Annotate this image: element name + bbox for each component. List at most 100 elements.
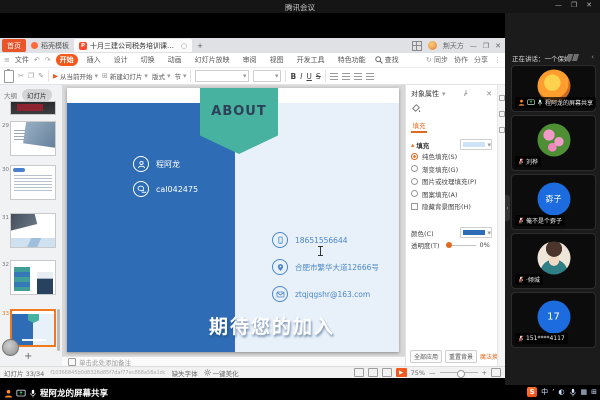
font-size-select[interactable]: ▾ <box>253 70 281 82</box>
fill-tab[interactable]: 填充 <box>411 120 427 133</box>
participant-tile[interactable]: ·倾城 <box>511 233 596 289</box>
tab-features[interactable]: 特色功能 <box>334 54 370 66</box>
strikethrough-button[interactable]: S <box>316 72 321 81</box>
format-painter-icon[interactable]: ✎ <box>38 72 44 80</box>
fill-option-picture[interactable]: 图片或纹理填充(P) <box>411 175 492 188</box>
tab-animation[interactable]: 动画 <box>164 54 186 66</box>
indent-icon[interactable] <box>366 73 374 80</box>
slide-thumb-29[interactable] <box>10 121 56 156</box>
cooperate-button[interactable]: 协作 <box>454 55 468 65</box>
slide-canvas[interactable]: ABOUT 程阿龙 cal042475 <box>62 85 405 356</box>
input-lang-toggle[interactable]: 中 <box>541 387 548 397</box>
tab-transition[interactable]: 切换 <box>137 54 159 66</box>
layout-button[interactable]: 版式 ▾ <box>152 71 171 81</box>
bold-button[interactable]: B <box>290 72 296 81</box>
beautify-button[interactable]: 一键美化 <box>204 368 239 378</box>
find-button[interactable]: 查找 <box>375 55 399 65</box>
close-button[interactable]: ✕ <box>586 1 592 9</box>
color-dropdown[interactable]: ▾ <box>460 227 492 238</box>
account-name[interactable]: 荆天方 <box>443 41 464 51</box>
underline-button[interactable]: U <box>306 72 312 81</box>
zoom-out-button[interactable]: — <box>429 369 436 377</box>
wps-minimize-button[interactable]: — <box>470 42 477 50</box>
slide-thumb-30[interactable] <box>10 165 56 200</box>
fill-option-gradient[interactable]: 渐变填充(G) <box>411 163 492 176</box>
fill-option-solid[interactable]: 纯色填充(S) <box>411 150 492 163</box>
tab-insert[interactable]: 插入 <box>83 54 105 66</box>
file-menu[interactable]: 文件 <box>15 55 29 65</box>
new-tab-button[interactable]: + <box>192 39 208 52</box>
font-family-select[interactable]: ▾ <box>195 70 249 82</box>
reset-background-button[interactable]: 重置背景 <box>445 350 477 363</box>
panel-close-icon[interactable]: ✕ <box>486 90 492 98</box>
wps-home-tab[interactable]: 首页 <box>2 39 26 52</box>
wps-close-button[interactable]: ✕ <box>495 42 501 50</box>
thumbnail-scrollbar[interactable] <box>57 309 60 351</box>
tab-slideshow[interactable]: 幻灯片放映 <box>191 54 234 66</box>
clipboard-icon[interactable]: ▦ <box>581 388 588 396</box>
panel-resize-handle[interactable]: ‹ <box>505 195 510 221</box>
sync-button[interactable]: ↻ 同步 <box>426 55 448 65</box>
add-slide-button[interactable]: + <box>24 351 32 362</box>
italic-button[interactable]: I <box>300 72 302 81</box>
apply-all-button[interactable]: 全部应用 <box>410 350 442 363</box>
emoji-icon[interactable]: ◐ <box>558 388 564 396</box>
reading-view-icon[interactable] <box>382 368 392 377</box>
hide-background-checkbox[interactable]: 隐藏背景图形(H) <box>411 200 492 213</box>
zoom-in-button[interactable]: + <box>482 369 487 377</box>
tool-icon[interactable] <box>499 127 505 133</box>
bullet-list-icon[interactable] <box>354 73 362 80</box>
zoom-slider[interactable] <box>440 372 478 373</box>
toolbox-icon[interactable]: ⊞ <box>591 388 597 396</box>
minimize-button[interactable]: — <box>555 1 562 9</box>
participant-tile[interactable]: 孬子 俺不是个孬子 <box>511 174 596 230</box>
share-button[interactable]: 分享 <box>474 55 488 65</box>
collapse-panel-icon[interactable]: ‹ <box>591 53 594 61</box>
tab-devtools[interactable]: 开发工具 <box>293 54 329 66</box>
opacity-slider[interactable] <box>446 245 476 246</box>
current-slide[interactable]: ABOUT 程阿龙 cal042475 <box>67 88 399 352</box>
slides-tab[interactable]: 幻灯片 <box>22 89 52 101</box>
wps-docer-tab[interactable]: 稻壳模板 <box>26 39 74 52</box>
cut-icon[interactable]: ✂ <box>18 72 24 80</box>
opacity-slider-thumb[interactable] <box>446 242 452 248</box>
voice-input-icon[interactable] <box>569 388 577 397</box>
meeting-annotation-widget[interactable] <box>2 339 19 356</box>
tab-view[interactable]: 视图 <box>266 54 288 66</box>
account-avatar[interactable] <box>428 41 437 50</box>
missing-font-button[interactable]: 缺失字体 <box>172 368 198 378</box>
participant-tile[interactable]: 刘桦 <box>511 115 596 171</box>
punctuation-toggle[interactable]: ’ <box>552 388 554 396</box>
play-from-current-button[interactable]: ▶ 从当前开始 ▾ <box>53 71 98 81</box>
notes-bar[interactable]: 单击此处添加备注 <box>62 356 405 366</box>
new-slide-button[interactable]: ⊞ 新建幻灯片 ▾ <box>102 71 148 81</box>
paste-icon[interactable] <box>4 70 14 83</box>
participant-tile-sharer[interactable]: 程阿龙的屏幕共享 <box>511 65 596 112</box>
zoom-slider-thumb[interactable] <box>457 370 465 378</box>
fill-section-title[interactable]: 填充 <box>416 140 429 150</box>
outline-tab[interactable]: 大纲 <box>4 90 17 100</box>
normal-view-icon[interactable] <box>354 368 364 377</box>
sogou-logo[interactable]: S <box>527 387 537 397</box>
copy-icon[interactable]: ❐ <box>28 72 34 80</box>
zoom-level[interactable]: 75% <box>411 369 425 377</box>
align-left-icon[interactable] <box>330 73 338 80</box>
slideshow-button[interactable]: ▶ <box>396 368 407 377</box>
apps-grid-icon[interactable] <box>412 41 422 51</box>
fit-window-icon[interactable] <box>491 368 501 377</box>
participant-tile[interactable]: 17 151****4117 <box>511 292 596 348</box>
fill-preset-dropdown[interactable]: ▾ <box>460 139 492 150</box>
tool-icon[interactable] <box>499 111 505 117</box>
undo-icon[interactable]: ↶ <box>34 56 40 64</box>
wps-restore-button[interactable]: ❐ <box>483 42 489 50</box>
redo-icon[interactable]: ↷ <box>45 56 51 64</box>
more-menu-icon[interactable]: ⋮ <box>494 56 501 64</box>
slide-thumb-28[interactable] <box>10 101 56 115</box>
section-button[interactable]: 节 ▾ <box>174 71 186 81</box>
tool-icon[interactable] <box>499 95 505 101</box>
tab-design[interactable]: 设计 <box>110 54 132 66</box>
slide-thumb-31[interactable] <box>10 213 56 248</box>
fill-option-pattern[interactable]: 图案填充(A) <box>411 188 492 201</box>
pin-icon[interactable] <box>463 90 469 98</box>
slide-sorter-icon[interactable] <box>368 368 378 377</box>
